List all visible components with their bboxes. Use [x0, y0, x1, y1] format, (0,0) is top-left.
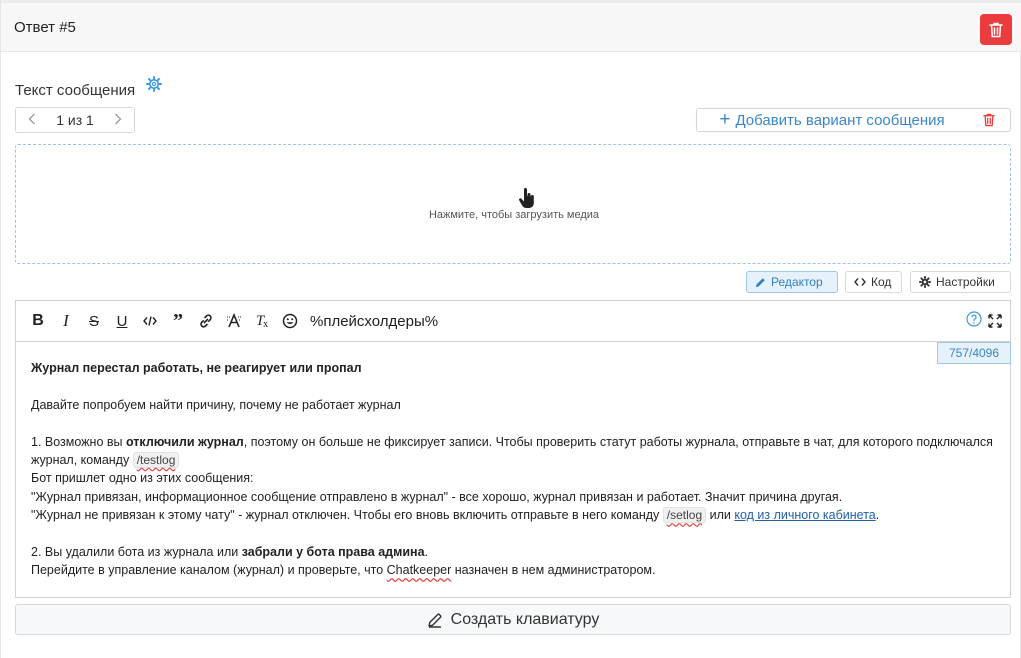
spoiler-icon[interactable]	[224, 311, 244, 331]
create-keyboard-button[interactable]: Создать клавиатуру	[15, 604, 1011, 635]
code-icon[interactable]	[140, 311, 160, 331]
card-title: Ответ #5	[14, 19, 76, 36]
gear-icon	[919, 276, 931, 288]
content-line	[31, 525, 996, 543]
pencil-icon	[427, 613, 442, 628]
add-variant-button[interactable]: + Добавить вариант сообщения	[696, 108, 968, 132]
media-upload-zone[interactable]: Нажмите, чтобы загрузить медиа	[15, 144, 1011, 264]
tab-settings[interactable]: Настройки	[910, 271, 1011, 293]
command-code: /testlog	[132, 452, 180, 468]
variant-counter: 1 из 1	[56, 112, 94, 128]
pencil-icon	[755, 277, 765, 287]
gear-icon[interactable]	[146, 76, 162, 92]
content-line: 1. Возможно вы отключили журнал, поэтому…	[31, 434, 993, 468]
content-line: "Журнал привязан, информационное сообщен…	[31, 489, 843, 504]
italic-icon[interactable]: I	[56, 311, 76, 331]
content-line	[31, 377, 996, 395]
content-line	[31, 414, 996, 432]
quote-icon[interactable]: ”	[168, 310, 188, 332]
trash-icon	[989, 22, 1003, 37]
plus-icon: +	[719, 108, 731, 130]
fullscreen-icon[interactable]	[988, 314, 1002, 328]
editor-toolbar: B I S U ” Tx %плейсхолдеры%	[16, 301, 1010, 342]
help-icon[interactable]	[966, 311, 982, 327]
content-line: "Журнал не привязан к этому чату" - журн…	[31, 507, 880, 524]
variant-pager: 1 из 1	[15, 107, 135, 133]
delete-response-button[interactable]	[980, 14, 1012, 45]
content-line: Давайте попробуем найти причину, почему …	[31, 397, 401, 412]
command-code: /setlog	[662, 507, 707, 524]
chevron-right-icon	[115, 113, 122, 125]
content-line: Бот пришлет одно из этих сообщения:	[31, 471, 254, 486]
clear-format-icon[interactable]: Tx	[252, 311, 272, 331]
code-icon	[854, 278, 866, 286]
upload-hint: Нажмите, чтобы загрузить медиа	[428, 209, 600, 221]
content-line: 2. Вы удалили бота из журнала или забрал…	[31, 545, 429, 560]
emoji-icon[interactable]	[280, 311, 300, 331]
editor-content[interactable]: Журнал перестал работать, не реагирует и…	[31, 359, 996, 580]
cabinet-code-link[interactable]: код из личного кабинета	[734, 508, 875, 522]
content-line: Перейдите в управление каналом (журнал) …	[31, 563, 656, 578]
tab-editor[interactable]: Редактор	[746, 271, 838, 293]
message-text-label: Текст сообщения	[15, 82, 136, 99]
content-line: Журнал перестал работать, не реагирует и…	[31, 361, 362, 375]
message-editor: B I S U ” Tx %плейсхолдеры% 757/4096 Жур…	[15, 300, 1011, 598]
next-variant-button[interactable]	[110, 112, 126, 128]
delete-variant-button[interactable]	[967, 108, 1011, 132]
placeholders-button[interactable]: %плейсхолдеры%	[310, 313, 438, 330]
trash-icon	[982, 113, 995, 127]
chevron-left-icon	[28, 113, 35, 125]
tab-code[interactable]: Код	[845, 271, 902, 293]
link-icon[interactable]	[196, 311, 216, 331]
pointer-hand-icon	[519, 188, 534, 208]
prev-variant-button[interactable]	[24, 112, 40, 128]
card-header: Ответ #5	[1, 0, 1021, 52]
strikethrough-icon[interactable]: S	[84, 311, 104, 331]
underline-icon[interactable]: U	[112, 311, 132, 331]
response-card: Ответ #5 Текст сообщения 1 из 1 + Добави…	[0, 0, 1021, 658]
bold-icon[interactable]: B	[28, 311, 48, 331]
